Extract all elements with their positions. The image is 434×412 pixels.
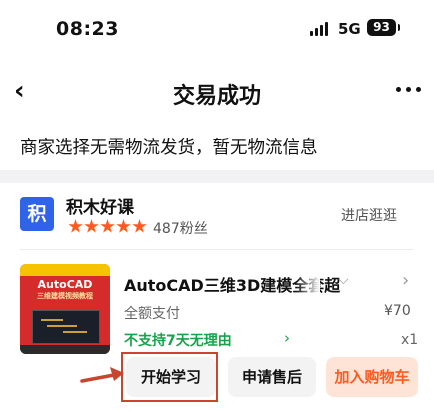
highlight-box	[121, 352, 218, 402]
logistics-notice-text: 商家选择无需物流发货，暂无物流信息	[20, 138, 318, 158]
chevron-right-icon[interactable]: ›	[402, 270, 409, 291]
shop-name[interactable]: 积木好课	[66, 193, 134, 218]
product-thumbnail[interactable]: AutoCAD 三维建模视频教程	[20, 264, 110, 354]
status-time: 08:23	[56, 18, 119, 40]
network-type: 5G	[338, 20, 361, 38]
shop-logo[interactable]: 积	[20, 197, 54, 231]
battery-icon: 93	[367, 19, 400, 36]
chevron-down-icon[interactable]: ⌵	[338, 272, 349, 288]
logistics-notice: 商家选择无需物流发货，暂无物流信息	[0, 126, 434, 170]
signal-icon	[310, 22, 332, 36]
page-title: 交易成功	[172, 84, 261, 109]
pointer-arrow-icon	[80, 367, 124, 383]
thumbnail-subtitle: 三维建模视频教程	[37, 292, 93, 300]
star-icon	[68, 219, 83, 233]
product-price: ¥70	[384, 303, 411, 319]
nav-bar: ‹ 交易成功	[0, 56, 434, 126]
return-policy[interactable]: 不支持7天无理由	[124, 330, 232, 350]
star-icon	[132, 219, 147, 233]
more-horizontal-icon[interactable]	[394, 85, 424, 95]
thumbnail-title: AutoCAD	[37, 278, 93, 291]
chevron-right-icon[interactable]: ›	[284, 329, 290, 347]
payment-type: 全额支付	[124, 306, 180, 322]
product-quantity: x1	[401, 332, 419, 348]
star-icon	[84, 219, 99, 233]
divider	[20, 249, 414, 250]
star-icon	[100, 219, 115, 233]
add-to-cart-button[interactable]: 加入购物车	[326, 357, 418, 397]
status-bar: 08:23 5G 93	[0, 0, 434, 56]
after-sale-button[interactable]: 申请售后	[228, 357, 316, 397]
shop-fans-count: 487粉丝	[153, 221, 208, 237]
visit-shop-link[interactable]: 进店逛逛	[341, 205, 397, 225]
shop-rating-stars	[68, 219, 148, 237]
star-icon	[116, 219, 131, 233]
